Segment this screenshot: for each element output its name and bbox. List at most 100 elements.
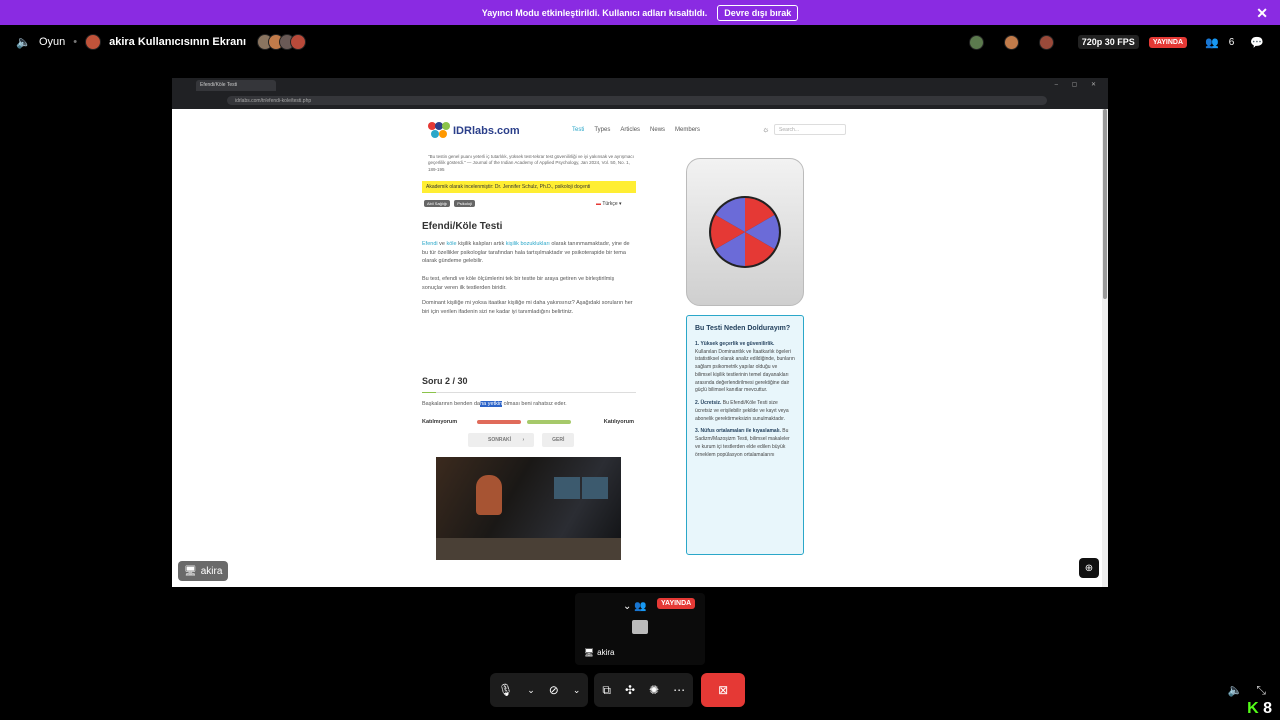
- presenter-label: 🖥 akira: [178, 561, 229, 581]
- site-nav: Testi Types Articles News Members: [572, 127, 700, 133]
- testimonial-quote: "Bu testin genel puanı yeterli iç tutarl…: [428, 154, 634, 172]
- browser-toolbar: Efendi/Köle Testi idrlabs.com/tr/efendi-…: [172, 78, 1108, 109]
- question-counter: Soru 2 / 30: [422, 376, 468, 386]
- avatar: [85, 34, 102, 50]
- theme-toggle-icon[interactable]: ☼: [762, 125, 769, 134]
- separator: •: [73, 36, 78, 48]
- tag[interactable]: Psikoloji: [454, 200, 475, 207]
- divider: [422, 392, 636, 393]
- agree-bar[interactable]: [527, 420, 572, 424]
- person: [476, 475, 502, 515]
- camera-off-icon[interactable]: ⊘: [549, 683, 559, 697]
- tag-list: Abil Sağlığı Psikoloji: [424, 200, 475, 207]
- agree-label: Katılıyorum: [603, 419, 634, 425]
- reason-item: 3. Nüfus ortalamaları ile kıyaslamalı. B…: [695, 428, 790, 458]
- web-page: IDRlabs.com Testi Types Articles News Me…: [172, 109, 1102, 587]
- viewers-icon[interactable]: 👥: [1205, 36, 1219, 49]
- kick-logo-icon: K: [1247, 700, 1259, 717]
- zoom-icon[interactable]: ⊕: [1079, 558, 1099, 578]
- participant-avatars: [257, 34, 307, 50]
- scale-bars[interactable]: [477, 420, 572, 424]
- monitor: [554, 477, 580, 499]
- soundboard-icon[interactable]: ✺: [649, 683, 659, 697]
- nav-item[interactable]: Members: [675, 127, 700, 133]
- paragraph: Dominant kişiliğe mi yoksa itaatkar kişi…: [422, 300, 633, 315]
- nav-item[interactable]: Articles: [620, 127, 640, 133]
- channel-name[interactable]: Oyun: [39, 36, 65, 48]
- fullscreen-exit-icon[interactable]: ⤡: [1256, 683, 1266, 698]
- why-take-test-box: Bu Testi Neden Doldurayım? 1. Yüksek geç…: [686, 315, 804, 555]
- site-search-input[interactable]: Search...: [774, 124, 846, 135]
- endorsement-banner: Akademik olarak incelenmiştir: Dr. Jenni…: [422, 181, 636, 193]
- tag[interactable]: Abil Sağlığı: [424, 200, 451, 207]
- disable-streamer-mode-button[interactable]: Devre dışı bırak: [717, 4, 799, 21]
- avatar[interactable]: [1003, 34, 1019, 50]
- live-badge: YAYINDA: [1148, 36, 1188, 48]
- collapse-icon[interactable]: ⌄ 👥: [623, 601, 647, 612]
- chat-icon[interactable]: 💬: [1250, 36, 1264, 49]
- more-icon[interactable]: ⋯: [673, 683, 685, 697]
- pie-logo-icon: [709, 196, 781, 268]
- back-button[interactable]: GERİ: [542, 433, 575, 447]
- disagree-label: Katılmıyorum: [422, 419, 458, 425]
- monitor: [582, 477, 608, 499]
- screen-share-icon: 🖥: [584, 648, 595, 657]
- selected-text: ha yetkin: [480, 401, 503, 407]
- presenter-name: akira: [200, 565, 223, 577]
- chevron-down-icon[interactable]: ⌄: [527, 685, 535, 696]
- question-part: Başkalarının benden da: [422, 401, 481, 407]
- language-select[interactable]: ▬ Türkçe ▾: [596, 201, 622, 207]
- close-icon[interactable]: ✕: [1256, 5, 1268, 22]
- scrollbar[interactable]: [1102, 109, 1108, 587]
- screen-share-icon[interactable]: ⧉: [602, 683, 611, 698]
- ad-video[interactable]: [436, 457, 621, 560]
- page-title: Efendi/Köle Testi: [422, 221, 503, 232]
- tile-name: 🖥 akira: [584, 648, 615, 657]
- chevron-down-icon[interactable]: ⌄: [573, 685, 581, 696]
- live-badge: YAYINDA: [657, 598, 696, 609]
- call-header: 🔈 Oyun • akira Kullanıcısının Ekranı 720…: [0, 25, 1280, 59]
- test-icon: [686, 158, 804, 306]
- link-personality-disorders[interactable]: kişilik bozuklukları: [506, 241, 550, 247]
- stop-stream-button[interactable]: ⊠: [701, 673, 746, 707]
- kick-overlay: K 8: [1247, 700, 1272, 718]
- screen-icon: [632, 620, 648, 634]
- stream-tile[interactable]: ⌄ 👥 YAYINDA 🖥 akira: [575, 593, 705, 665]
- next-button[interactable]: SONRAKİ ›: [468, 433, 535, 447]
- link-kole[interactable]: köle: [446, 241, 456, 247]
- address-bar[interactable]: idrlabs.com/tr/efendi-kole/testi.php: [227, 96, 1047, 105]
- nav-item[interactable]: Testi: [572, 127, 584, 133]
- box-title: Bu Testi Neden Doldurayım?: [695, 325, 791, 332]
- activities-icon[interactable]: ✣: [625, 683, 635, 697]
- stream-title: akira Kullanıcısının Ekranı: [109, 36, 247, 48]
- browser-tab[interactable]: Efendi/Köle Testi: [196, 80, 276, 91]
- screen-share-icon: 🖥: [184, 565, 197, 577]
- language-label: Türkçe: [602, 201, 618, 207]
- link-efendi[interactable]: Efendi: [422, 241, 438, 247]
- banner-text: Yayıncı Modu etkinleştirildi. Kullanıcı …: [481, 7, 708, 18]
- nav-item[interactable]: News: [650, 127, 665, 133]
- volume-icon[interactable]: 🔈: [1227, 683, 1242, 698]
- speaker-icon: 🔈: [16, 35, 31, 49]
- avatar[interactable]: [1038, 34, 1054, 50]
- avatar: [290, 34, 307, 50]
- reason-item: 2. Ücretsiz. Bu Efendi/Köle Testi size ü…: [695, 400, 789, 422]
- viewer-count: 6: [1228, 36, 1235, 48]
- site-logo[interactable]: IDRlabs.com: [428, 122, 520, 140]
- question-text: Başkalarının benden daha yetkin olması b…: [422, 401, 567, 407]
- disagree-bar[interactable]: [477, 420, 522, 424]
- text: kişilik kalıpları artık: [456, 241, 506, 247]
- call-controls: 🎙 ⌄ ⊘ ⌄ ⧉ ✣ ✺ ⋯ ⊠: [490, 673, 746, 707]
- shared-screen: Efendi/Köle Testi idrlabs.com/tr/efendi-…: [172, 78, 1108, 587]
- nav-item[interactable]: Types: [594, 127, 610, 133]
- reason-item: 1. Yüksek geçerlik ve güvenilirlik. Kull…: [695, 340, 795, 394]
- logo-text: IDRlabs.com: [453, 125, 520, 137]
- streamer-mode-banner: Yayıncı Modu etkinleştirildi. Kullanıcı …: [0, 0, 1280, 25]
- avatar[interactable]: [968, 34, 984, 50]
- next-label: SONRAKİ: [478, 433, 522, 447]
- microphone-icon[interactable]: 🎙: [498, 683, 513, 697]
- paragraph: Bu test, efendi ve köle ölçümlerini tek …: [422, 276, 615, 291]
- window-controls[interactable]: – ▢ ✕: [1055, 81, 1102, 88]
- stop-stream-icon: ⊠: [718, 683, 729, 697]
- activity-group: ⧉ ✣ ✺ ⋯: [594, 673, 694, 707]
